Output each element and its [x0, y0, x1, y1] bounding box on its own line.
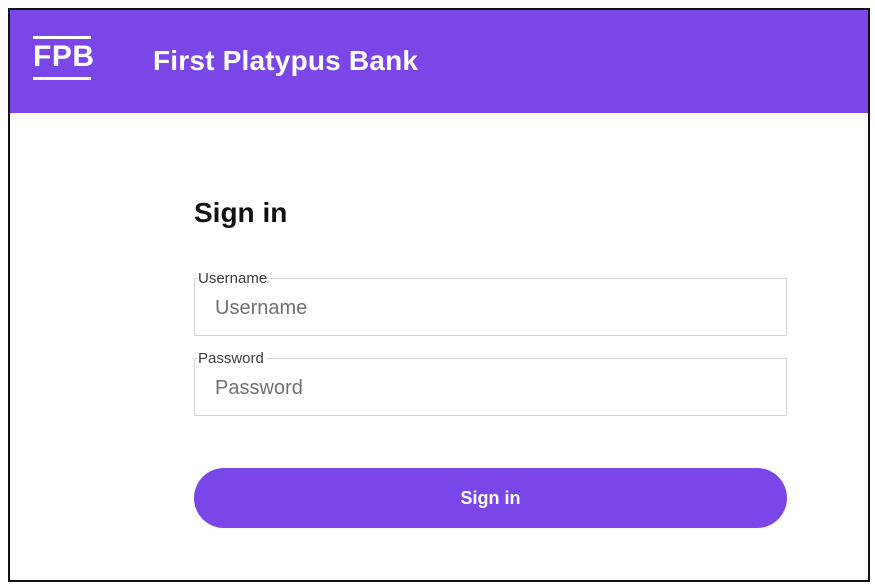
- page-title: Sign in: [194, 197, 288, 228]
- sign-in-button[interactable]: Sign in: [194, 468, 787, 528]
- password-input[interactable]: [215, 373, 775, 403]
- header-bar: FPB First Platypus Bank: [10, 10, 868, 113]
- bank-logo[interactable]: FPB: [33, 36, 95, 80]
- username-label: Username: [197, 271, 271, 286]
- browser-window: FPB First Platypus Bank Sign in Username…: [8, 8, 870, 582]
- password-label: Password: [197, 351, 267, 366]
- username-input[interactable]: [215, 293, 775, 323]
- username-field[interactable]: Username: [194, 271, 787, 336]
- bank-name: First Platypus Bank: [153, 45, 419, 76]
- password-field[interactable]: Password: [194, 351, 787, 416]
